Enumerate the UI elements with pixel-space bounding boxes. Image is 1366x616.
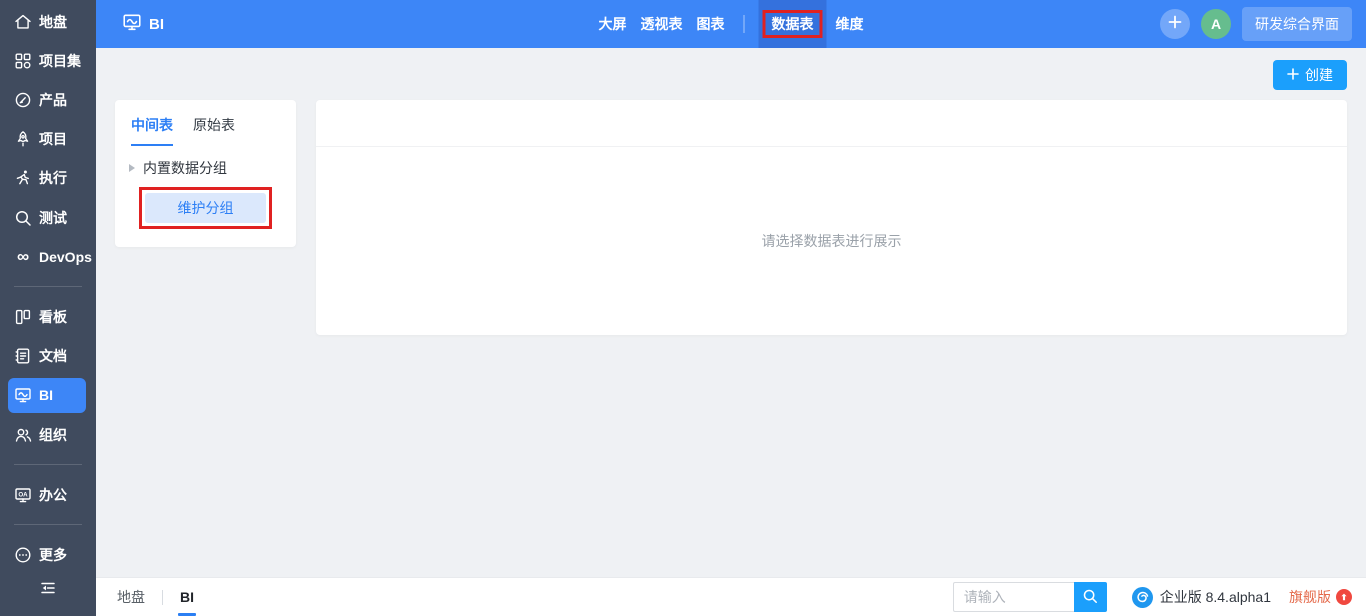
more-ellipsis-icon	[14, 546, 32, 564]
org-people-icon	[14, 426, 32, 444]
footer-right: 企业版 8.4.alpha1 旗舰版	[952, 578, 1352, 616]
tree-item-builtin-group[interactable]: 内置数据分组	[115, 158, 296, 178]
sidebar-divider	[14, 286, 82, 288]
sidebar-item-label: BI	[39, 387, 53, 404]
tab-raw-table[interactable]: 原始表	[193, 115, 235, 146]
sidebar-item-label: 办公	[39, 486, 67, 503]
sidebar-item-label: 文档	[39, 348, 67, 365]
sidebar-item-label: 项目	[39, 131, 67, 148]
sidebar-item-devops[interactable]: ∞ DevOps	[0, 237, 96, 276]
sidebar-divider	[14, 464, 82, 466]
upgrade-arrow-icon[interactable]	[1336, 589, 1352, 605]
sidebar-item-label: 组织	[39, 426, 67, 443]
sidebar-item-more[interactable]: 更多	[0, 535, 96, 574]
sidebar-item-label: 地盘	[39, 13, 67, 30]
nav-separator	[743, 15, 745, 33]
sidebar-item-label: 测试	[39, 209, 67, 226]
office-monitor-icon: OA	[14, 486, 32, 504]
home-icon	[14, 13, 32, 31]
search-icon	[1082, 588, 1098, 607]
workspace-button[interactable]: 研发综合界面	[1242, 7, 1352, 41]
panel-body: 请选择数据表进行展示	[316, 147, 1347, 335]
document-icon	[14, 347, 32, 365]
sidebar-item-label: 项目集	[39, 52, 81, 69]
devops-infinity-icon: ∞	[16, 247, 30, 267]
sidebar: 地盘 项目集 产品 项目 执行 测试 ∞ DevOps 看板 文档 BI 组织 …	[0, 0, 96, 616]
menu-fold-icon	[38, 579, 58, 602]
topbar: BI 大屏 透视表 图表 数据表 维度 A 研发综合界面	[96, 0, 1366, 48]
create-button[interactable]: 创建	[1273, 60, 1347, 90]
table-tree-panel: 中间表 原始表 内置数据分组 维护分组	[115, 100, 296, 247]
upgrade-link[interactable]: 旗舰版	[1289, 587, 1331, 607]
annotation-box: 维护分组	[139, 187, 272, 229]
nav-item-dashboard[interactable]: 大屏	[599, 0, 627, 48]
sidebar-item-label: 看板	[39, 309, 67, 325]
nav-item-chart[interactable]: 图表	[697, 0, 725, 48]
data-table-panel: 请选择数据表进行展示	[316, 100, 1347, 335]
empty-placeholder-text: 请选择数据表进行展示	[761, 233, 902, 249]
execution-runner-icon	[14, 169, 32, 187]
search-input[interactable]	[952, 582, 1074, 612]
footer-tab-home[interactable]: 地盘	[115, 578, 147, 616]
sidebar-divider	[14, 524, 82, 526]
sidebar-collapse-button[interactable]	[0, 575, 96, 606]
annotation-box: 数据表	[762, 10, 823, 38]
avatar[interactable]: A	[1201, 9, 1231, 39]
sidebar-item-project[interactable]: 项目	[0, 120, 96, 159]
app-root: 地盘 项目集 产品 项目 执行 测试 ∞ DevOps 看板 文档 BI 组织 …	[0, 0, 1366, 616]
sidebar-item-label: 执行	[39, 170, 67, 187]
topbar-app-label: BI	[122, 12, 164, 36]
test-magnifier-icon	[14, 209, 32, 227]
footer-tab-bi[interactable]: BI	[178, 578, 196, 616]
caret-right-icon	[129, 164, 135, 172]
nav-item-dimension[interactable]: 维度	[836, 0, 864, 48]
bi-monitor-icon	[122, 12, 142, 36]
sidebar-item-office[interactable]: OA 办公	[0, 475, 96, 514]
bi-monitor-icon	[14, 386, 32, 404]
sidebar-item-product[interactable]: 产品	[0, 80, 96, 119]
sidebar-item-kanban[interactable]: 看板	[0, 297, 96, 336]
nav-item-datatable[interactable]: 数据表	[758, 0, 827, 48]
footer-bar: 地盘 BI 企业版 8.4.alpha1 旗舰版	[96, 577, 1366, 616]
panel-toolbar	[316, 100, 1347, 147]
content-area: 创建 中间表 原始表 内置数据分组 维护分组 请选择数据表进行展示	[96, 48, 1366, 577]
maintain-group-button[interactable]: 维护分组	[145, 193, 266, 223]
nav-item-pivot[interactable]: 透视表	[641, 0, 683, 48]
sidebar-item-label: 产品	[39, 92, 67, 108]
zentao-logo-icon	[1131, 586, 1153, 608]
sidebar-item-label: 更多	[39, 547, 67, 564]
kanban-icon	[14, 308, 32, 326]
svg-text:OA: OA	[18, 491, 28, 498]
topbar-app-title: BI	[149, 15, 164, 33]
tree-item-label: 内置数据分组	[143, 160, 227, 176]
panel-tabs: 中间表 原始表	[115, 100, 296, 146]
sidebar-item-project-set[interactable]: 项目集	[0, 41, 96, 80]
sidebar-item-test[interactable]: 测试	[0, 198, 96, 237]
topbar-nav: 大屏 透视表 图表 数据表 维度	[592, 0, 871, 48]
plus-icon	[1287, 67, 1299, 83]
sidebar-item-bi[interactable]: BI	[8, 377, 86, 414]
sidebar-item-label: DevOps	[39, 248, 92, 265]
project-rocket-icon	[14, 130, 32, 148]
sidebar-item-doc[interactable]: 文档	[0, 337, 96, 376]
tab-middle-table[interactable]: 中间表	[131, 115, 173, 146]
sidebar-item-home[interactable]: 地盘	[0, 2, 96, 41]
product-icon	[14, 91, 32, 109]
search-button[interactable]	[1073, 582, 1107, 612]
footer-tab-separator	[162, 589, 163, 605]
footer-tabs: 地盘 BI	[115, 578, 196, 616]
sidebar-item-org[interactable]: 组织	[0, 415, 96, 454]
sidebar-item-execution[interactable]: 执行	[0, 159, 96, 198]
add-button[interactable]	[1160, 9, 1190, 39]
plus-icon	[1167, 14, 1183, 35]
project-set-icon	[14, 52, 32, 70]
main-column: BI 大屏 透视表 图表 数据表 维度 A 研发综合界面 创建 中间表 原始表 …	[96, 0, 1366, 616]
edition-label: 企业版 8.4.alpha1	[1159, 589, 1271, 605]
topbar-right: A 研发综合界面	[1160, 7, 1352, 41]
